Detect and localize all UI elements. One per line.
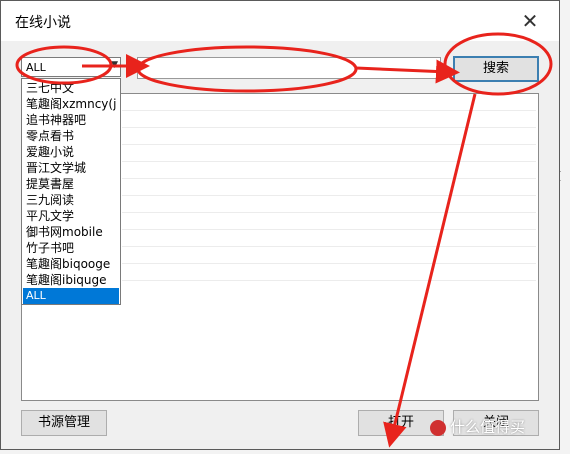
annotation-arrow	[355, 59, 460, 84]
red-annotation-overlay	[15, 32, 553, 448]
annotation-ellipse-search	[443, 32, 553, 96]
watermark: 什么值得买	[430, 416, 525, 437]
watermark-text: 什么值得买	[450, 418, 526, 436]
watermark-logo-icon	[430, 419, 446, 436]
annotation-ellipse-input	[136, 45, 358, 93]
annotation-arrow	[383, 93, 477, 448]
